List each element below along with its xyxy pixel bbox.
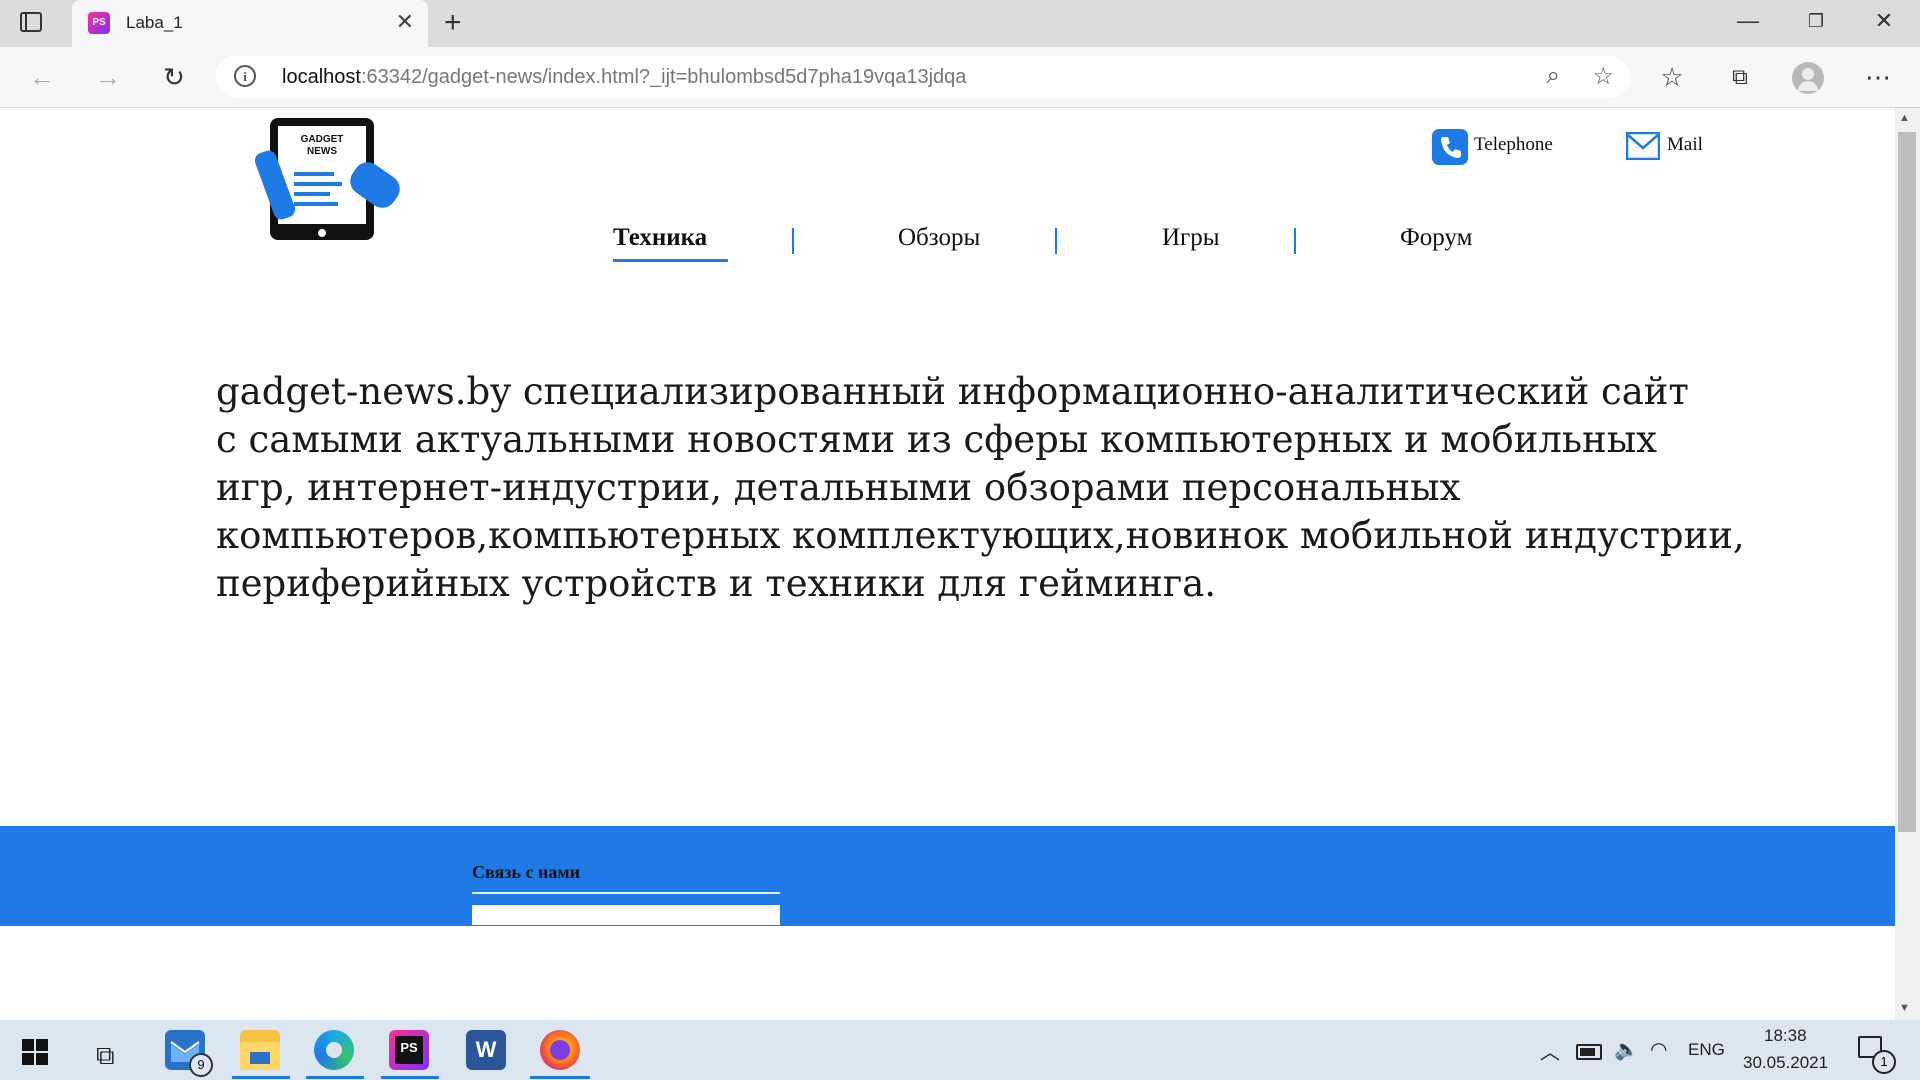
url-host: localhost (282, 66, 361, 88)
settings-more-icon[interactable]: ⋯ (1860, 62, 1896, 93)
url-path: :63342/gadget-news/index.html?_ijt=bhulo… (360, 66, 967, 88)
footer-divider (472, 892, 780, 894)
active-app-indicator (306, 1076, 364, 1079)
clock-time[interactable]: 18:38 (1764, 1026, 1807, 1046)
battery-icon[interactable] (1576, 1044, 1602, 1060)
menu-separator (1294, 228, 1296, 254)
phpstorm-icon[interactable]: PS (389, 1030, 429, 1070)
menu-item-igry[interactable]: Игры (1162, 224, 1220, 252)
task-view-icon[interactable]: ⧉ (96, 1040, 115, 1072)
contact-mail-link[interactable]: Mail (1667, 134, 1703, 156)
footer-contact-input[interactable] (472, 905, 780, 925)
site-logo[interactable]: GADGET NEWS (232, 108, 412, 248)
logo-text-line2: NEWS (307, 146, 337, 157)
menu-item-tehnika[interactable]: Техника (613, 224, 707, 252)
hero-description: gadget-news.by специализированный информ… (216, 368, 1806, 608)
scrollbar-thumb[interactable] (1898, 132, 1916, 832)
active-app-indicator (530, 1076, 590, 1079)
mail-badge: 9 (189, 1053, 213, 1077)
collections-icon[interactable]: ⧉ (1722, 64, 1758, 90)
site-info-icon[interactable]: i (234, 65, 256, 87)
browser-tab-strip: PS Laba_1 ✕ + — ❐ ✕ (0, 0, 1920, 47)
scroll-down-arrow-icon[interactable]: ▼ (1899, 1002, 1910, 1014)
edge-icon[interactable] (314, 1030, 354, 1070)
language-indicator[interactable]: ENG (1688, 1040, 1725, 1060)
site-footer (0, 826, 1895, 926)
tab-title: Laba_1 (126, 13, 183, 32)
volume-icon[interactable]: 🔈 (1614, 1037, 1639, 1062)
start-icon[interactable] (22, 1039, 48, 1065)
zoom-icon[interactable]: ⌕ (1547, 62, 1560, 90)
clock-date[interactable]: 30.05.2021 (1743, 1053, 1828, 1073)
menu-item-obzory[interactable]: Обзоры (898, 224, 980, 252)
profile-avatar-icon[interactable] (1792, 62, 1824, 94)
minimize-icon[interactable]: — (1728, 8, 1768, 34)
close-window-icon[interactable]: ✕ (1864, 8, 1904, 34)
active-app-indicator (232, 1076, 290, 1079)
reload-icon[interactable]: ↻ (156, 62, 192, 93)
hero-line: игр, интернет-индустрии, детальными обзо… (216, 466, 1461, 509)
menu-separator (1055, 228, 1057, 254)
active-menu-underline (613, 259, 728, 262)
menu-separator (792, 228, 794, 254)
file-explorer-icon[interactable] (240, 1030, 280, 1070)
new-tab-icon[interactable]: + (444, 6, 462, 40)
network-icon[interactable]: ◠ (1650, 1037, 1667, 1062)
forward-icon[interactable]: → (90, 62, 126, 93)
show-hidden-icons-chevron-icon[interactable]: ︿ (1540, 1036, 1560, 1065)
footer-contact-title: Связь с нами (472, 862, 580, 882)
logo-text-line1: GADGET (301, 134, 344, 145)
mail-icon[interactable] (1625, 131, 1661, 161)
hero-line: с самыми актуальными новостями из сферы … (216, 418, 1658, 461)
phone-icon[interactable] (1432, 129, 1468, 165)
favorites-icon[interactable]: ☆ (1654, 62, 1690, 93)
firefox-icon[interactable] (540, 1030, 580, 1070)
back-icon[interactable]: ← (24, 62, 60, 93)
notification-badge: 1 (1872, 1050, 1896, 1074)
restore-icon[interactable]: ❐ (1796, 11, 1836, 32)
close-tab-icon[interactable]: ✕ (396, 9, 414, 35)
tab-actions-icon[interactable] (20, 12, 42, 32)
phpstorm-favicon-icon: PS (88, 12, 110, 34)
url-text[interactable]: localhost:63342/gadget-news/index.html?_… (282, 66, 966, 89)
address-bar[interactable]: i localhost:63342/gadget-news/index.html… (216, 56, 1630, 98)
browser-tab[interactable]: PS Laba_1 ✕ (72, 0, 428, 47)
menu-item-forum[interactable]: Форум (1400, 224, 1472, 252)
add-favorite-icon[interactable]: ☆ (1592, 62, 1614, 91)
hero-line: gadget-news.by специализированный информ… (216, 370, 1689, 413)
word-icon[interactable]: W (466, 1030, 506, 1070)
active-app-indicator (381, 1076, 439, 1079)
contact-telephone-link[interactable]: Telephone (1474, 134, 1553, 156)
scroll-up-arrow-icon[interactable]: ▲ (1899, 112, 1910, 124)
hero-line: периферийных устройств и техники для гей… (216, 562, 1217, 605)
hero-line: компьютеров,компьютерных комплектующих,н… (216, 514, 1745, 557)
